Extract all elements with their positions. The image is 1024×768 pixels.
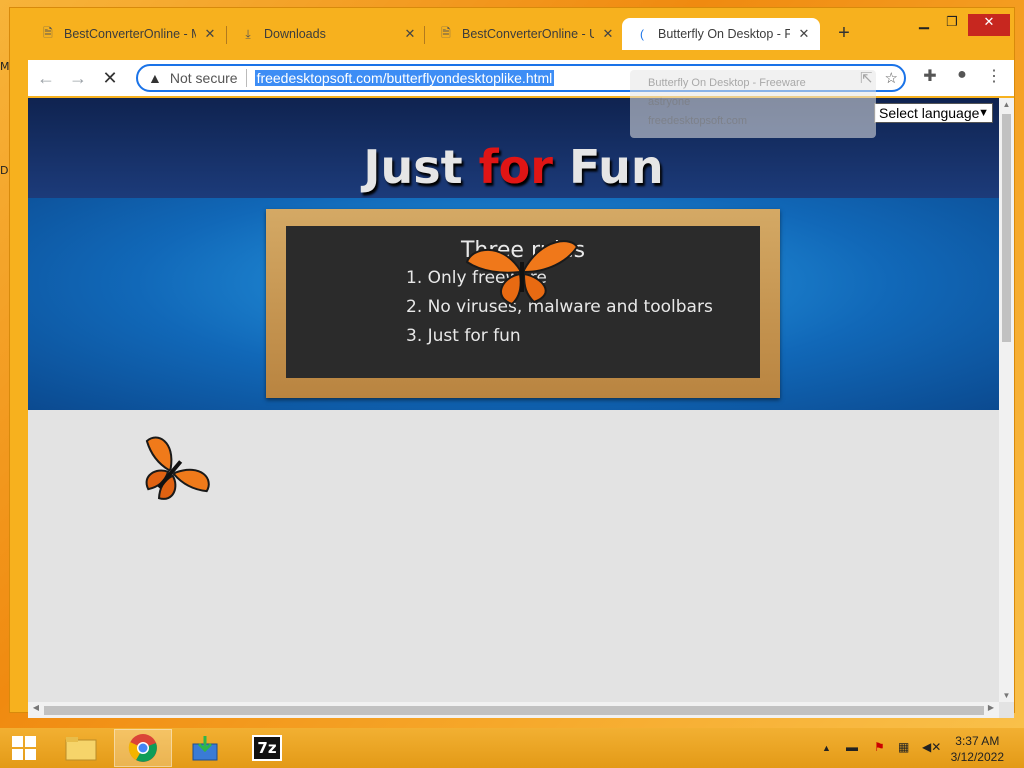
menu-kebab-icon[interactable]: ⋮ (982, 66, 1006, 86)
scroll-left-arrow[interactable]: ◀ (29, 703, 43, 712)
download-app-button[interactable] (176, 729, 234, 767)
stop-loading-button[interactable]: ✕ (98, 66, 122, 90)
language-select[interactable]: Select language ▼ (874, 103, 993, 123)
tab-label: BestConverterOnline - Us (462, 27, 594, 41)
install-icon (192, 736, 218, 761)
flag-alert-icon[interactable]: ⚑ (874, 740, 885, 754)
chevron-down-icon: ▼ (978, 107, 989, 119)
headline-for: for (478, 140, 553, 194)
bookmark-star-icon[interactable]: ☆ (885, 69, 898, 87)
language-select-label: Select language (879, 105, 980, 121)
file-explorer-button[interactable] (52, 729, 110, 767)
network-icon[interactable]: ▬ (846, 740, 858, 754)
forward-button[interactable]: → (66, 66, 90, 90)
windows-logo-icon (12, 736, 36, 760)
tab-bestconverter-1[interactable]: 🗎 BestConverterOnline - M ✕ (28, 18, 224, 50)
page-headline: Just for Fun (28, 140, 999, 194)
horizontal-scrollbar[interactable]: ◀ ▶ (28, 702, 999, 718)
taskbar: 7z ▲ ▬ ⚑ ▦ ◀✕ 3:37 AM 3/12/2022 (0, 728, 1024, 768)
close-icon[interactable]: ✕ (600, 26, 616, 42)
vertical-scrollbar[interactable]: ▲ ▼ (999, 98, 1014, 702)
tab-label: Butterfly On Desktop - Fr (658, 27, 790, 41)
close-window-button[interactable]: ✕ (968, 14, 1010, 36)
maximize-button[interactable]: ❐ (938, 14, 966, 36)
url-text[interactable]: freedesktopsoft.com/butterflyondesktopli… (254, 70, 555, 86)
minimize-button[interactable]: ▁ (910, 14, 938, 36)
extensions-icon[interactable]: ✚ (918, 66, 942, 86)
chrome-taskbar-button[interactable] (114, 729, 172, 767)
clock-date: 3/12/2022 (950, 750, 1004, 764)
scroll-down-arrow[interactable]: ▼ (999, 691, 1014, 700)
document-icon: 🗎 (43, 25, 53, 40)
suggestion-line: astryone (648, 96, 691, 108)
desktop-icon-label: D (0, 164, 9, 177)
scroll-up-arrow[interactable]: ▲ (999, 100, 1014, 109)
security-status[interactable]: Not secure (170, 70, 238, 86)
desktop-icon-label: M (0, 60, 10, 73)
folder-icon (65, 737, 97, 761)
tab-separator (424, 26, 425, 44)
omnibox-suggestion-ghost: Butterfly On Desktop - Freeware astryone… (630, 70, 876, 138)
close-icon[interactable]: ✕ (796, 26, 812, 42)
loading-icon: ( (640, 27, 644, 41)
system-clock[interactable]: 3:37 AM 3/12/2022 (951, 733, 1004, 765)
start-button[interactable] (0, 729, 48, 767)
clock-time: 3:37 AM (955, 734, 1000, 748)
chrome-icon (128, 734, 157, 762)
headline-fun: Fun (552, 140, 664, 194)
suggestion-line: Butterfly On Desktop - Freeware (648, 77, 806, 89)
volume-muted-icon[interactable]: ◀✕ (922, 740, 941, 754)
profile-avatar[interactable]: ● (950, 66, 974, 84)
new-tab-button[interactable]: + (830, 22, 858, 45)
network-status-icon[interactable]: ▦ (898, 740, 909, 754)
divider (245, 69, 247, 87)
close-icon[interactable]: ✕ (402, 26, 418, 42)
document-icon: 🗎 (441, 25, 451, 40)
scrollbar-thumb[interactable] (44, 706, 984, 715)
tab-label: BestConverterOnline - M (64, 27, 196, 41)
7zip-taskbar-button[interactable]: 7z (238, 729, 296, 767)
browser-window: 🗎 BestConverterOnline - M ✕ ⤓ Downloads … (10, 8, 1014, 718)
butterfly-image (145, 436, 210, 500)
scrollbar-thumb[interactable] (1002, 114, 1011, 342)
page-viewport: Just for Fun Select language ▼ Three rul… (28, 98, 1014, 718)
show-hidden-icons-icon[interactable]: ▲ (822, 743, 831, 753)
close-icon[interactable]: ✕ (202, 26, 218, 42)
tab-label: Downloads (264, 27, 326, 41)
tab-separator (226, 26, 227, 44)
tab-butterfly-active[interactable]: ( Butterfly On Desktop - Fr ✕ (622, 18, 820, 50)
suggestion-line: freedesktopsoft.com (648, 115, 748, 127)
rule-item: 3. Just for fun (406, 326, 521, 346)
warning-icon[interactable]: ▲ (148, 70, 162, 86)
tab-downloads[interactable]: ⤓ Downloads ✕ (228, 18, 424, 50)
tab-bestconverter-2[interactable]: 🗎 BestConverterOnline - Us ✕ (426, 18, 622, 50)
back-button[interactable]: ← (34, 66, 58, 90)
scroll-right-arrow[interactable]: ▶ (984, 703, 998, 712)
butterfly-image (465, 240, 579, 306)
download-icon: ⤓ (245, 26, 251, 41)
7zip-icon: 7z (252, 735, 282, 761)
headline-just: Just (363, 140, 479, 194)
